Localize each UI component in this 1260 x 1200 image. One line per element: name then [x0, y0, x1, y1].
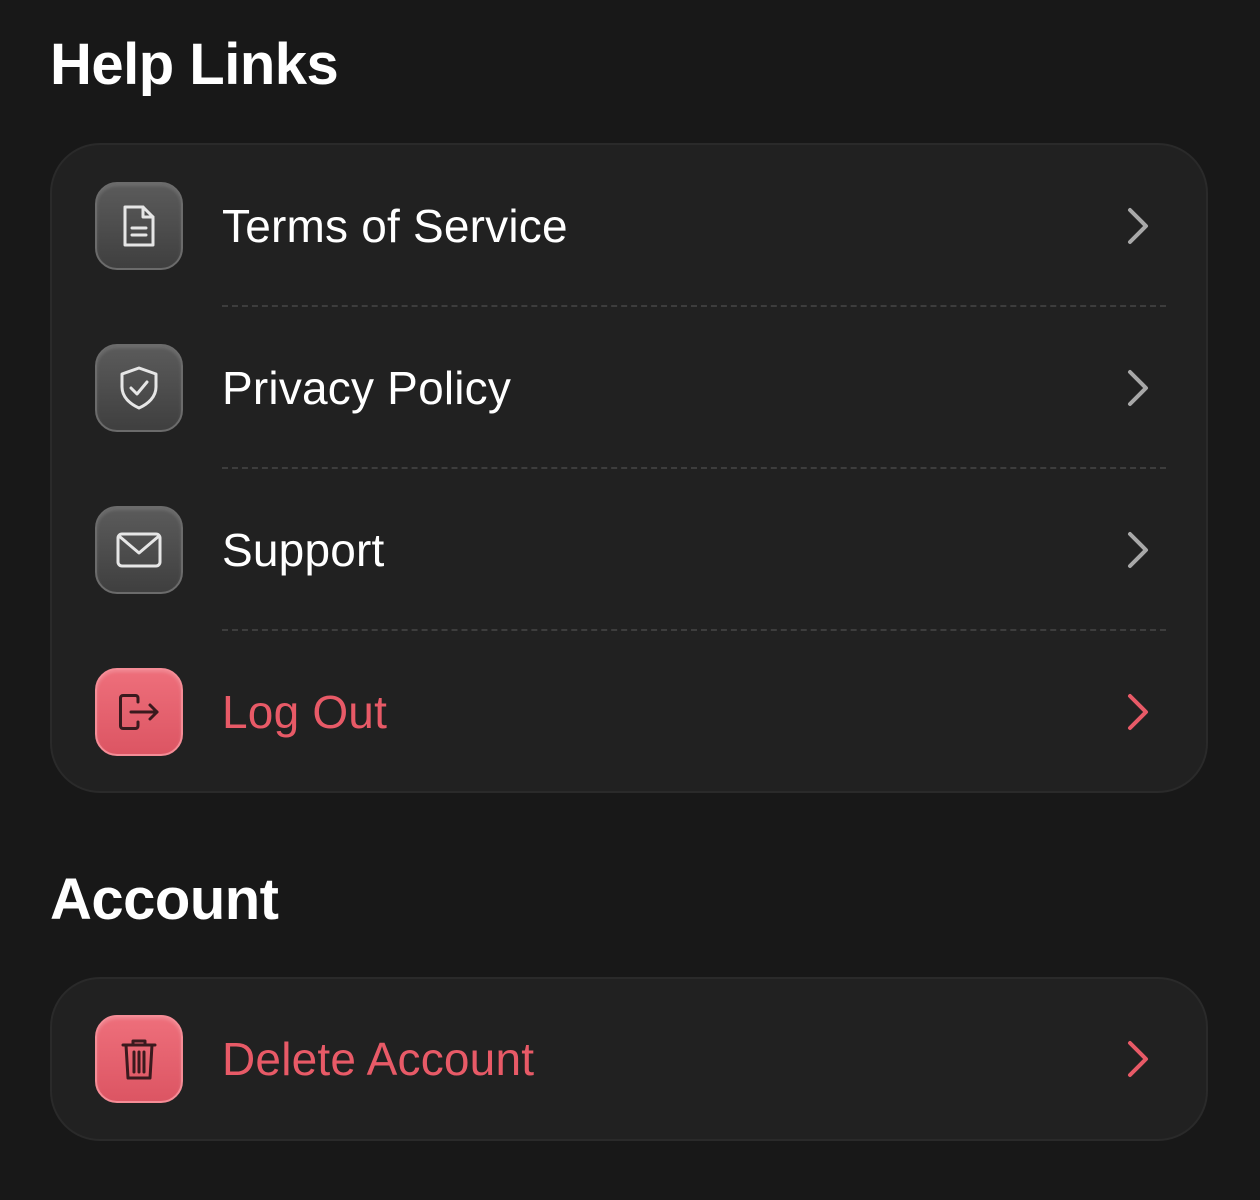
shield-check-icon: [95, 344, 183, 432]
settings-page: Help Links Terms of Service Privacy Poli…: [0, 0, 1260, 1200]
support-label: Support: [222, 524, 385, 576]
trash-icon: [95, 1015, 183, 1103]
chevron-right-icon: [1128, 1041, 1148, 1077]
log-out-label: Log Out: [222, 686, 388, 738]
chevron-right-icon: [1128, 694, 1148, 730]
support-row[interactable]: Support: [52, 469, 1206, 631]
privacy-policy-label: Privacy Policy: [222, 362, 512, 414]
envelope-icon: [95, 506, 183, 594]
privacy-policy-row[interactable]: Privacy Policy: [52, 307, 1206, 469]
help-links-card: Terms of Service Privacy Policy Support …: [50, 143, 1208, 793]
delete-account-label: Delete Account: [222, 1033, 535, 1085]
chevron-right-icon: [1128, 370, 1148, 406]
account-card: Delete Account: [50, 977, 1208, 1141]
logout-icon: [95, 668, 183, 756]
terms-of-service-row[interactable]: Terms of Service: [52, 145, 1206, 307]
log-out-row[interactable]: Log Out: [52, 631, 1206, 793]
terms-of-service-label: Terms of Service: [222, 200, 568, 252]
help-links-heading: Help Links: [50, 32, 339, 97]
document-icon: [95, 182, 183, 270]
chevron-right-icon: [1128, 532, 1148, 568]
account-heading: Account: [50, 867, 279, 932]
delete-account-row[interactable]: Delete Account: [52, 979, 1206, 1139]
chevron-right-icon: [1128, 208, 1148, 244]
